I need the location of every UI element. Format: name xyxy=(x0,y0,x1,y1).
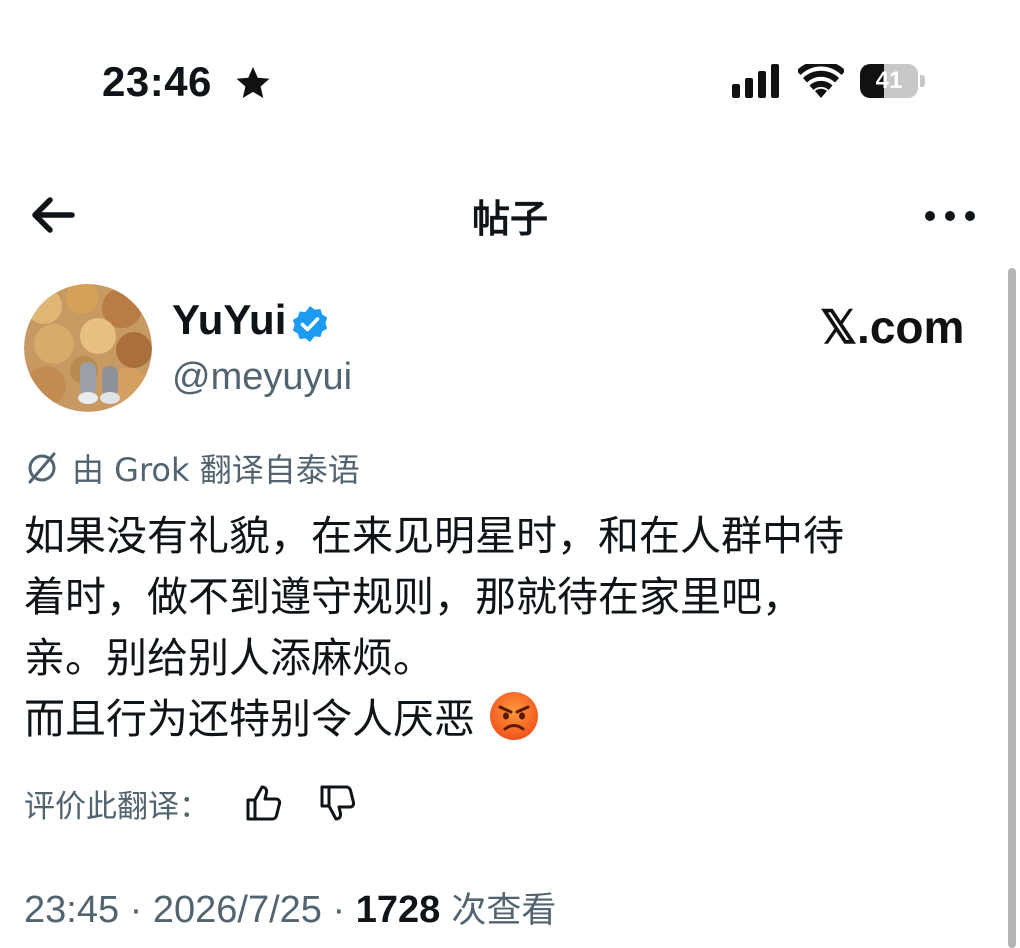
status-bar: 23:46 41 xyxy=(0,0,1020,160)
thumbs-up-icon[interactable] xyxy=(244,783,284,823)
battery-indicator: 41 xyxy=(860,64,926,98)
post-text: 如果没有礼貌，在来见明星时，和在人群中待 着时，做不到遵守规则，那就待在家里吧，… xyxy=(24,506,1004,750)
nav-header: 帖子 xyxy=(0,170,1020,260)
views-count: 1728 xyxy=(355,889,441,931)
post-time[interactable]: 23:45 xyxy=(24,889,119,931)
angry-face-emoji-icon xyxy=(490,692,538,740)
rate-translation-label: 评价此翻译： xyxy=(24,788,210,825)
thumbs-down-icon[interactable] xyxy=(318,783,358,823)
more-options-icon[interactable] xyxy=(920,196,980,236)
meta-separator: · xyxy=(321,889,356,931)
x-com-watermark: 𝕏.com xyxy=(820,301,965,353)
battery-level: 41 xyxy=(875,67,903,94)
post-line: 着时，做不到遵守规则，那就待在家里吧， xyxy=(24,573,803,621)
page-title: 帖子 xyxy=(471,197,548,241)
star-icon xyxy=(236,66,270,99)
views-label: 次查看 xyxy=(440,891,557,931)
post-line: 如果没有礼貌，在来见明星时，和在人群中待 xyxy=(24,512,844,560)
cellular-signal-icon xyxy=(732,64,779,98)
post-date[interactable]: 2026/7/25 xyxy=(153,889,322,931)
post-line: 亲。别给别人添麻烦。 xyxy=(24,634,434,682)
author-display-name[interactable]: YuYui xyxy=(172,296,286,344)
grok-icon xyxy=(28,452,56,484)
wifi-icon xyxy=(798,64,844,98)
status-time: 23:46 xyxy=(102,58,212,105)
author-handle[interactable]: @meyuyui xyxy=(172,356,352,399)
rate-translation-row: 评价此翻译： xyxy=(24,780,358,826)
avatar[interactable] xyxy=(24,284,152,412)
translation-note-text: 由 Grok 翻译自泰语 xyxy=(72,451,360,489)
verified-badge-icon xyxy=(292,306,328,342)
post-line-text: 而且行为还特别令人厌恶 xyxy=(24,695,475,743)
scrollbar[interactable] xyxy=(1008,268,1016,948)
translation-note: 由 Grok 翻译自泰语 xyxy=(24,446,360,490)
post-meta: 23:45 · 2026/7/25 · 1728 次查看 xyxy=(24,882,556,933)
meta-separator: · xyxy=(119,889,153,931)
post-line-last: 而且行为还特别令人厌恶 xyxy=(24,689,1004,750)
